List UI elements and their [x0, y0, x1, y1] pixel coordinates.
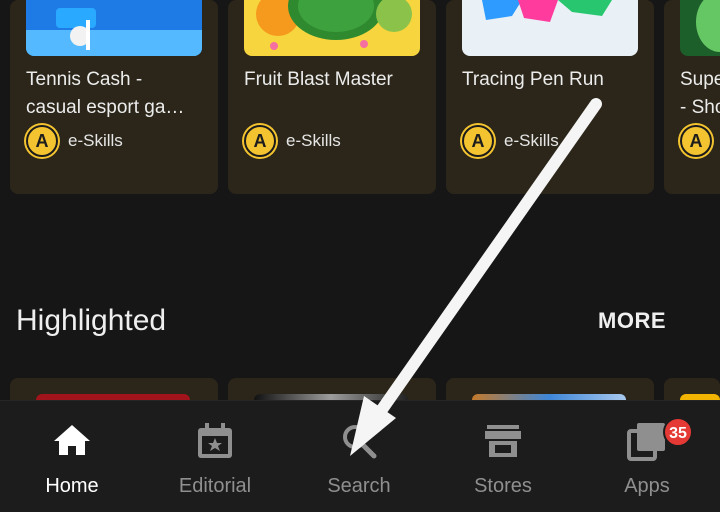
app-title: Tracing Pen Run [462, 69, 604, 90]
app-title: Supe - Sho [680, 69, 720, 118]
nav-item-editorial[interactable]: Editorial [143, 401, 287, 512]
nav-item-search[interactable]: Search [287, 401, 431, 512]
developer-row: A [680, 124, 712, 158]
app-thumbnail [462, 0, 638, 56]
calendar-star-icon [198, 423, 232, 458]
developer-logo-icon: A [26, 125, 58, 157]
app-title: Fruit Blast Master [244, 69, 393, 90]
developer-logo-icon: A [680, 125, 712, 157]
developer-logo-icon: A [244, 125, 276, 157]
section-header: Highlighted MORE [16, 300, 704, 344]
nav-label: Editorial [178, 475, 252, 497]
app-card[interactable]: Tennis Cash - casual esport ga… A e-Skil… [10, 0, 218, 194]
developer-row: A e-Skills [26, 124, 123, 158]
nav-label: Home [45, 475, 99, 497]
search-icon [343, 425, 377, 459]
section-title: Highlighted [16, 304, 167, 337]
developer-logo-icon: A [462, 125, 494, 157]
apps-update-badge: 35 [663, 417, 693, 447]
nav-label: Search [327, 475, 391, 497]
store-icon [485, 425, 521, 457]
nav-item-home[interactable]: Home [0, 401, 144, 512]
nav-label: Apps [624, 475, 670, 497]
app-card-row: Tennis Cash - casual esport ga… A e-Skil… [0, 0, 720, 194]
app-card[interactable]: Tracing Pen Run A e-Skills [446, 0, 654, 194]
developer-name: e-Skills [68, 131, 123, 150]
developer-name: e-Skills [286, 131, 341, 150]
app-card[interactable]: Fruit Blast Master A e-Skills [228, 0, 436, 194]
app-title: Tennis Cash - casual esport ga… [26, 69, 185, 118]
app-thumbnail [680, 0, 720, 56]
nav-item-stores[interactable]: Stores [431, 401, 575, 512]
bottom-navigation: Home Editorial Search Stores 35 Apps [0, 400, 720, 512]
nav-label: Stores [474, 475, 532, 497]
developer-row: A e-Skills [462, 124, 559, 158]
developer-name: e-Skills [504, 131, 559, 150]
more-button[interactable]: MORE [598, 308, 666, 334]
app-card[interactable]: Supe - Sho A [664, 0, 720, 194]
app-thumbnail [26, 0, 202, 56]
nav-item-apps[interactable]: 35 Apps [575, 401, 719, 512]
home-icon [54, 425, 90, 455]
apps-stack-icon [627, 423, 665, 461]
developer-row: A e-Skills [244, 124, 341, 158]
app-thumbnail [244, 0, 420, 56]
